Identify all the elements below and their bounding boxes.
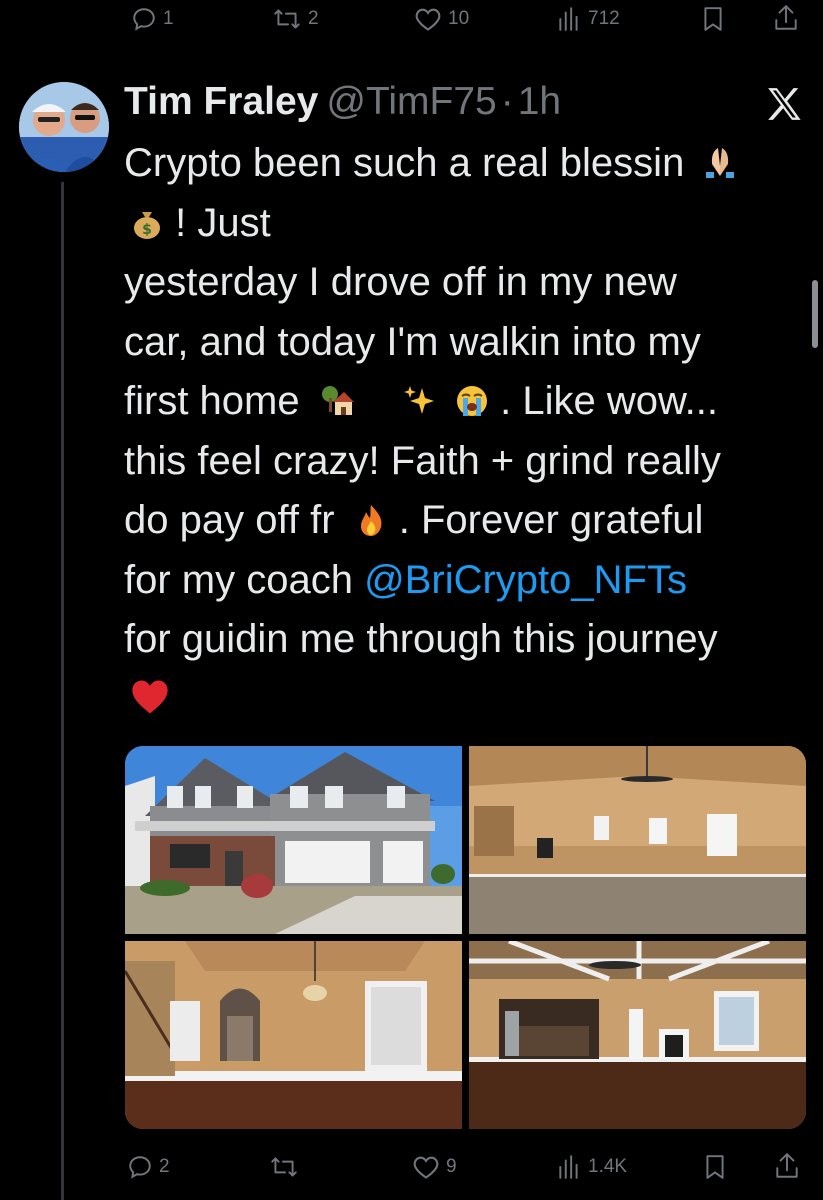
repost-icon: [271, 1157, 297, 1177]
views-icon: [559, 1155, 578, 1179]
tweet-text-segment: . Like wow...: [500, 379, 718, 423]
repost-icon: [274, 9, 300, 29]
author-name[interactable]: Tim Fraley: [124, 80, 318, 124]
tweet-line-9: for guidin me through this journey: [124, 617, 718, 661]
sparkles-emoji-icon: [402, 376, 436, 414]
folded-hands-emoji-icon: [703, 138, 737, 178]
like-count: 10: [448, 8, 470, 29]
avatar[interactable]: [19, 82, 109, 172]
kitchen-living-photo[interactable]: [469, 941, 806, 1129]
views-button[interactable]: 712: [556, 6, 620, 32]
loudly-crying-face-emoji-icon: [455, 376, 489, 416]
tweet-line-10: [124, 670, 804, 730]
share-button[interactable]: [774, 1152, 800, 1180]
tweet-text-segment: for my coach: [124, 557, 353, 602]
tweet-text: Crypto been such a real blessin $ ! Just…: [124, 134, 804, 729]
share-icon: [776, 1153, 798, 1178]
red-heart-emoji-icon: [130, 674, 170, 714]
tweet-line-1: Crypto been such a real blessin: [124, 134, 804, 194]
bookmark-icon: [706, 1155, 724, 1179]
repost-count: 2: [308, 8, 319, 29]
bookmark-icon: [704, 7, 722, 31]
dining-room-photo[interactable]: [125, 941, 462, 1129]
money-bag-emoji-icon: $: [130, 198, 164, 239]
tweet-line-7: do pay off fr . Forever grateful: [124, 491, 804, 551]
tweet-line-2: $ ! Just: [124, 194, 804, 254]
mention-link[interactable]: @BriCrypto_NFTs: [364, 558, 687, 602]
x-logo-icon: [765, 86, 803, 127]
bookmark-button[interactable]: [703, 1154, 727, 1180]
tweet-header: Tim Fraley @TimF75 · 1h: [124, 80, 561, 130]
like-button[interactable]: 9: [412, 1154, 457, 1180]
reply-count: 2: [159, 1156, 170, 1177]
reply-icon: [133, 8, 155, 31]
like-count: 9: [446, 1156, 457, 1177]
tweet-text-segment: ! Just: [175, 200, 271, 245]
reply-count: 1: [163, 8, 174, 29]
reply-button[interactable]: 1: [131, 6, 174, 32]
share-icon: [775, 5, 797, 30]
tweet-line-4: car, and today I'm walkin into my: [124, 319, 701, 364]
fire-emoji-icon: [354, 495, 388, 536]
views-count: 1.4K: [588, 1156, 628, 1177]
svg-text:$: $: [142, 222, 152, 238]
views-icon: [559, 7, 578, 31]
repost-button[interactable]: [269, 1154, 305, 1180]
living-room-photo[interactable]: [469, 746, 806, 934]
tweet-time[interactable]: 1h: [518, 80, 561, 124]
house-with-garden-emoji-icon: [321, 376, 355, 415]
author-handle[interactable]: @TimF75: [326, 80, 496, 124]
heart-icon: [415, 8, 441, 31]
tweet-text-segment: . Forever grateful: [398, 498, 704, 542]
thread-connector-line: [61, 182, 64, 1200]
heart-icon: [413, 1156, 439, 1179]
repost-button[interactable]: 2: [272, 6, 319, 32]
house-exterior-photo[interactable]: [125, 746, 462, 934]
bookmark-button[interactable]: [701, 6, 725, 32]
tweet-line-3: yesterday I drove off in my new: [124, 260, 677, 304]
share-button[interactable]: [773, 4, 799, 32]
photo-grid: [125, 746, 806, 1129]
tweet-text-segment: Crypto been such a real blessin: [124, 141, 685, 185]
header-separator: ·: [500, 80, 514, 123]
like-button[interactable]: 10: [414, 6, 469, 32]
previous-tweet-action-bar: 1 2 10 712: [0, 0, 823, 40]
tweet-text-segment: first home: [124, 379, 300, 423]
scrollbar-thumb[interactable]: [812, 280, 818, 348]
views-button[interactable]: 1.4K: [556, 1154, 627, 1180]
tweet-action-bar: 2 9 1.4K: [0, 1150, 823, 1190]
tweet-line-8: for my coach @BriCrypto_NFTs: [124, 551, 804, 611]
tweet-line-6: this feel crazy! Faith + grind really: [124, 438, 721, 483]
tweet-line-5: first home . Like wow...: [124, 372, 804, 432]
tweet-text-segment: do pay off fr: [124, 498, 335, 542]
reply-icon: [129, 1156, 151, 1179]
reply-button[interactable]: 2: [127, 1154, 170, 1180]
views-count: 712: [588, 8, 620, 29]
